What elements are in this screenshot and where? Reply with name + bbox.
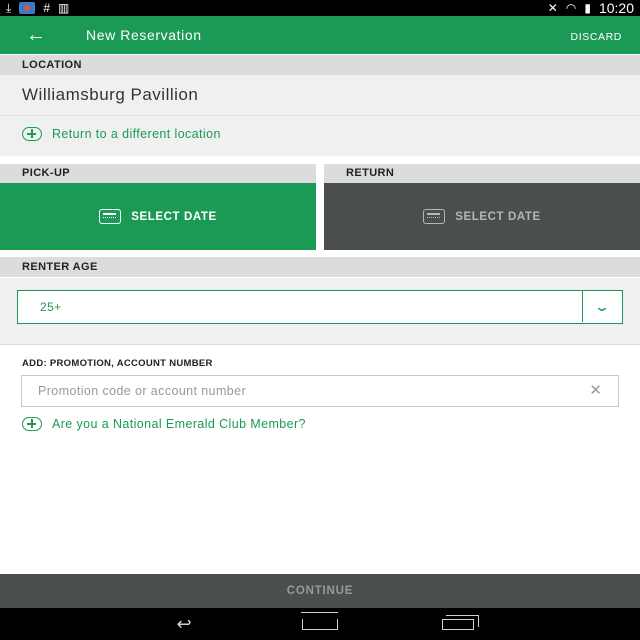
location-header-label: LOCATION [22, 59, 82, 71]
return-select-date-button[interactable]: SELECT DATE [324, 183, 640, 250]
promotion-field: ✕ [21, 375, 619, 407]
status-bar: ⤓ # ▥ ✕ ◠ ▮ 10:20 [0, 0, 640, 16]
clear-icon[interactable]: ✕ [589, 382, 602, 400]
renter-age-header: RENTER AGE [0, 257, 640, 277]
nav-recents-button[interactable] [436, 614, 480, 634]
plus-circle-icon [22, 417, 42, 431]
mute-icon: ✕ [547, 1, 558, 15]
calendar-icon [423, 209, 446, 224]
home-icon [301, 611, 338, 630]
renter-age-header-label: RENTER AGE [22, 261, 98, 273]
back-icon: ↩ [176, 613, 192, 634]
return-different-location-label: Return to a different location [52, 127, 221, 141]
location-name[interactable]: Williamsburg Pavillion [22, 85, 198, 105]
renter-age-dropdown-button[interactable]: ⌄ [582, 291, 622, 322]
back-button[interactable]: ← [26, 24, 52, 46]
barcode-icon: ▥ [58, 1, 70, 15]
download-icon: ⤓ [6, 1, 12, 15]
pickup-header-label: PICK-UP [22, 167, 71, 179]
hashtag-icon: # [43, 1, 50, 15]
pickup-section: PICK-UP SELECT DATE [0, 164, 316, 250]
status-time: 10:20 [598, 0, 634, 16]
recents-icon [442, 614, 479, 630]
emerald-club-link[interactable]: Are you a National Emerald Club Member? [22, 417, 306, 431]
pickup-select-date-button[interactable]: SELECT DATE [0, 183, 316, 250]
return-header-label: RETURN [346, 167, 395, 179]
promotion-input[interactable] [22, 376, 582, 406]
photo-icon [19, 2, 36, 14]
discard-button[interactable]: DISCARD [571, 31, 622, 43]
pickup-header: PICK-UP [0, 164, 316, 183]
continue-button[interactable]: CONTINUE [0, 574, 640, 608]
calendar-icon [99, 209, 122, 224]
return-different-location-link[interactable]: Return to a different location [22, 127, 221, 141]
renter-age-section: 25+ ⌄ [0, 278, 640, 344]
status-system: ✕ ◠ ▮ 10:20 [548, 0, 634, 16]
wifi-icon: ◠ [565, 1, 577, 15]
chevron-down-icon: ⌄ [594, 299, 611, 314]
return-header: RETURN [324, 164, 640, 183]
battery-icon: ▮ [584, 1, 591, 15]
arrow-left-icon: ← [26, 24, 46, 46]
divider [0, 344, 640, 345]
continue-label: CONTINUE [286, 585, 354, 597]
return-select-date-label: SELECT DATE [455, 210, 541, 223]
plus-circle-icon [22, 127, 42, 141]
system-nav-bar: ↩ [0, 608, 640, 640]
emerald-club-label: Are you a National Emerald Club Member? [52, 417, 306, 431]
divider [0, 115, 640, 116]
pickup-select-date-label: SELECT DATE [131, 210, 217, 223]
renter-age-value: 25+ [40, 300, 62, 314]
location-section: Williamsburg Pavillion Return to a diffe… [0, 75, 640, 156]
return-section: RETURN SELECT DATE [324, 164, 640, 250]
nav-back-button[interactable]: ↩ [162, 614, 206, 634]
promotion-label: ADD: PROMOTION, ACCOUNT NUMBER [22, 358, 213, 369]
app-bar: ← New Reservation DISCARD [0, 16, 640, 54]
location-header: LOCATION [0, 55, 640, 75]
renter-age-select[interactable]: 25+ ⌄ [17, 290, 623, 324]
page-title: New Reservation [86, 27, 202, 43]
nav-home-button[interactable] [298, 611, 342, 634]
status-notifications: ⤓ # ▥ [6, 1, 69, 15]
